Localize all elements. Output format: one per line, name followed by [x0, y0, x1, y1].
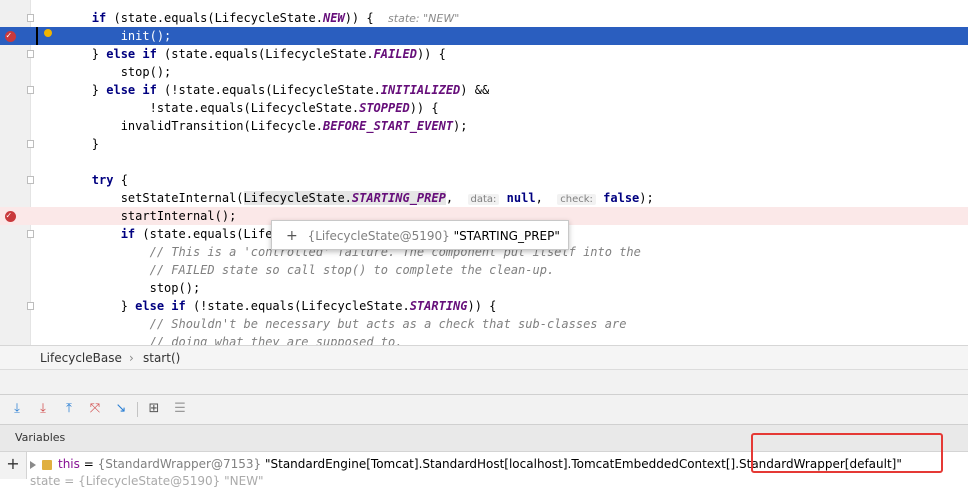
step-out-icon[interactable]: ⤒	[60, 400, 78, 418]
code-text: // FAILED state so call stop() to comple…	[149, 263, 555, 277]
field-icon	[42, 459, 52, 470]
code-line[interactable]: init();	[0, 27, 968, 45]
variable-equals: =	[79, 457, 98, 471]
code-line[interactable]	[0, 153, 968, 171]
fold-marker-icon[interactable]	[27, 302, 34, 310]
code-line[interactable]: invalidTransition(Lifecycle.BEFORE_START…	[0, 117, 968, 135]
fold-marker-icon[interactable]	[27, 14, 34, 22]
code-text: } else if (!state.equals(LifecycleState.…	[91, 83, 490, 97]
step-into-icon[interactable]: ⤓	[34, 400, 52, 418]
expand-icon[interactable]: +	[286, 228, 298, 244]
code-text: if (state.equals(Lifec	[120, 227, 280, 241]
code-line[interactable]: try {	[0, 171, 968, 189]
code-text: } else if (state.equals(LifecycleState.F…	[91, 47, 446, 61]
code-text: // doing what they are supposed to.	[149, 335, 403, 345]
variable-name: this	[58, 457, 80, 471]
add-watch-icon[interactable]: +	[0, 452, 27, 479]
variable-type: {StandardWrapper@7153}	[97, 457, 262, 471]
breadcrumb-class[interactable]: LifecycleBase	[40, 346, 122, 370]
code-line[interactable]: // FAILED state so call stop() to comple…	[0, 261, 968, 279]
code-text: if (state.equals(LifecycleState.NEW)) { …	[91, 11, 460, 25]
code-text: invalidTransition(Lifecycle.BEFORE_START…	[120, 119, 468, 133]
code-text: setStateInternal(LifecycleState.STARTING…	[120, 191, 654, 205]
code-text: init();	[120, 29, 172, 43]
expand-arrow-icon[interactable]	[30, 460, 36, 469]
breakpoint-icon[interactable]	[5, 27, 16, 45]
code-editor[interactable]: if (state.equals(LifecycleState.NEW)) { …	[0, 0, 968, 345]
code-line[interactable]: stop();	[0, 279, 968, 297]
trace-stream-icon[interactable]: ☰	[171, 400, 189, 418]
tooltip-value: "STARTING_PREP"	[453, 229, 560, 243]
fold-marker-icon[interactable]	[27, 140, 34, 148]
code-line[interactable]: setStateInternal(LifecycleState.STARTING…	[0, 189, 968, 207]
fold-marker-icon[interactable]	[27, 176, 34, 184]
tooltip-object-id: {LifecycleState@5190}	[307, 229, 450, 243]
code-text: // Shouldn't be necessary but acts as a …	[149, 317, 627, 331]
fold-marker-icon[interactable]	[27, 86, 34, 94]
step-over-icon[interactable]: ⤓	[8, 400, 26, 418]
fold-marker-icon[interactable]	[27, 50, 34, 58]
panel-gap	[0, 369, 968, 395]
code-text: }	[91, 137, 100, 151]
breadcrumb-method[interactable]: start()	[143, 346, 180, 370]
breadcrumb-separator: ›	[129, 351, 134, 365]
drop-frame-icon[interactable]: ⤧	[86, 400, 104, 418]
breakpoint-icon[interactable]	[5, 207, 16, 225]
code-text: !state.equals(LifecycleState.STOPPED)) {	[149, 101, 439, 115]
code-line[interactable]: }	[0, 135, 968, 153]
code-text: try {	[91, 173, 128, 187]
evaluate-expression-icon[interactable]: ⊞	[145, 400, 163, 418]
code-line[interactable]: stop();	[0, 63, 968, 81]
variables-tab[interactable]: Variables	[15, 425, 65, 451]
code-text: } else if (!state.equals(LifecycleState.…	[120, 299, 497, 313]
variable-row-partial[interactable]: state = {LifecycleState@5190} "NEW"	[30, 474, 264, 488]
code-line[interactable]: // Shouldn't be necessary but acts as a …	[0, 315, 968, 333]
code-line[interactable]: // doing what they are supposed to.	[0, 333, 968, 345]
code-text: startInternal();	[120, 209, 237, 223]
debug-toolbar: ⤓ ⤓ ⤒ ⤧ ↘ ⊞ ☰	[0, 394, 968, 425]
value-tooltip[interactable]: + {LifecycleState@5190} "STARTING_PREP"	[271, 220, 569, 250]
code-line[interactable]: !state.equals(LifecycleState.STOPPED)) {	[0, 99, 968, 117]
fold-marker-icon[interactable]	[27, 230, 34, 238]
code-line[interactable]: } else if (!state.equals(LifecycleState.…	[0, 297, 968, 315]
code-text: stop();	[120, 65, 172, 79]
code-line[interactable]: } else if (!state.equals(LifecycleState.…	[0, 81, 968, 99]
toolbar-separator	[137, 402, 138, 417]
breadcrumb: LifecycleBase › start()	[0, 345, 968, 369]
highlight-annotation	[751, 433, 943, 473]
run-to-cursor-icon[interactable]: ↘	[112, 400, 130, 418]
code-text: stop();	[149, 281, 201, 295]
code-line[interactable]: } else if (state.equals(LifecycleState.F…	[0, 45, 968, 63]
code-line[interactable]: if (state.equals(LifecycleState.NEW)) { …	[0, 9, 968, 27]
